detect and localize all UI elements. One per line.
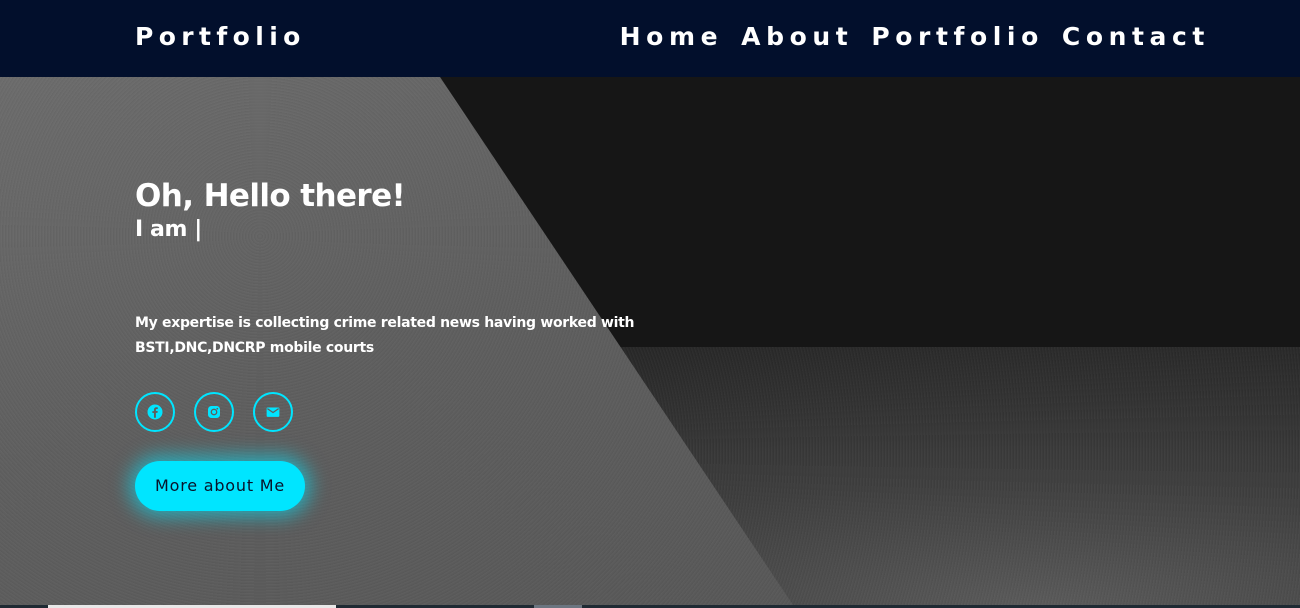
more-about-me-button[interactable]: More about Me (135, 461, 306, 511)
page: Portfolio Home About Portfolio Contact O… (0, 0, 1300, 608)
facebook-icon (147, 404, 163, 420)
nav-link-contact[interactable]: Contact (1062, 21, 1210, 53)
facebook-button[interactable] (135, 392, 175, 432)
mail-icon (266, 407, 280, 417)
nav-link-home[interactable]: Home (620, 21, 724, 53)
nav-links: Home About Portfolio Contact (620, 21, 1210, 53)
nav-link-portfolio[interactable]: Portfolio (871, 21, 1044, 53)
brand-logo[interactable]: Portfolio (135, 21, 306, 53)
social-links (135, 392, 695, 432)
hero-content: Oh, Hello there! I am | My expertise is … (135, 177, 695, 511)
hero-section: Oh, Hello there! I am | My expertise is … (0, 77, 1300, 608)
hero-bio: My expertise is collecting crime related… (135, 315, 635, 356)
mail-button[interactable] (253, 392, 293, 432)
navbar: Portfolio Home About Portfolio Contact (0, 0, 1300, 77)
hero-typed-text: I am | (135, 217, 202, 242)
instagram-icon (208, 406, 220, 418)
instagram-button[interactable] (194, 392, 234, 432)
hero-greeting: Oh, Hello there! (135, 178, 406, 214)
nav-link-about[interactable]: About (741, 21, 853, 53)
